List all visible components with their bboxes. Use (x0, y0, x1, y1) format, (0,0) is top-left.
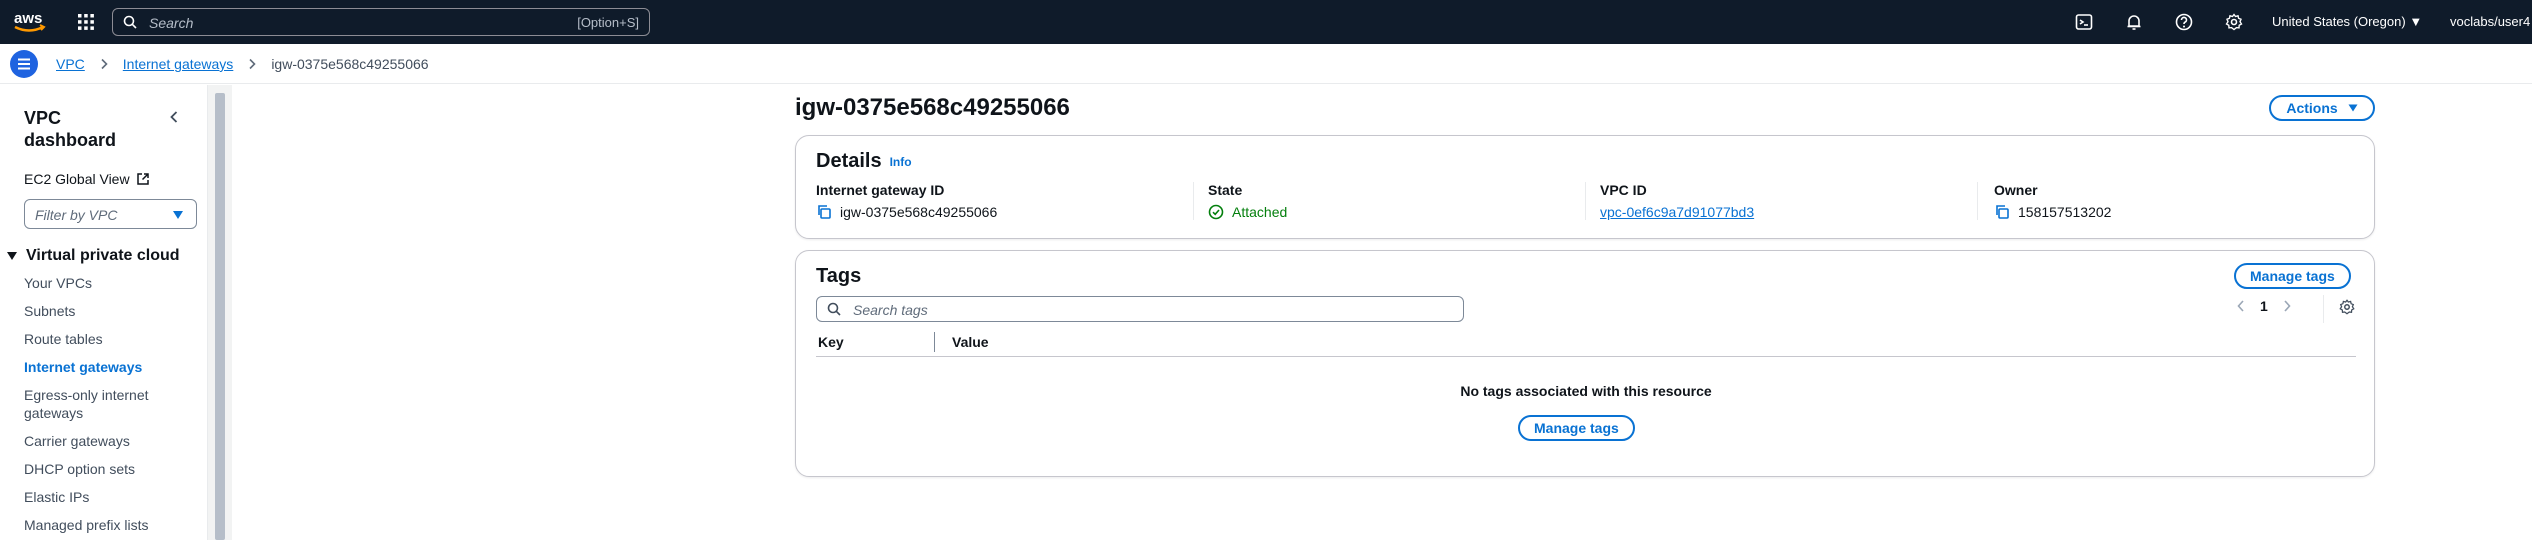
user-label: voclabs/user4 (2450, 14, 2531, 29)
side-navigation: VPC dashboard EC2 Global View Filter by … (0, 85, 208, 540)
toolbar-divider (2323, 295, 2324, 323)
field-state: State Attached (1208, 182, 1588, 220)
ec2-global-view-label: EC2 Global View (24, 171, 130, 187)
actions-button[interactable]: Actions (2269, 95, 2375, 121)
services-menu-icon[interactable] (76, 12, 96, 32)
field-label: Internet gateway ID (816, 182, 945, 198)
search-tags-placeholder: Search tags (853, 302, 928, 318)
help-icon[interactable] (2174, 12, 2194, 32)
search-shortcut: [Option+S] (577, 15, 639, 30)
search-icon (123, 15, 137, 29)
field-vpc-id: VPC ID vpc-0ef6c9a7d91077bd3 (1600, 182, 1980, 220)
breadcrumb-current: igw-0375e568c49255066 (271, 56, 429, 72)
side-navigation-toggle[interactable] (10, 50, 38, 78)
tags-heading: Tags (816, 265, 862, 287)
pagination: 1 (2236, 298, 2292, 314)
copy-icon[interactable] (1994, 204, 2010, 220)
breadcrumb: VPC Internet gateways igw-0375e568c49255… (56, 56, 429, 72)
chevron-right-icon (249, 58, 256, 70)
sidebar-scrollbar[interactable] (208, 85, 232, 540)
sidebar-item-egress-only-internet-gateways[interactable]: Egress-only internet gateways (24, 386, 194, 422)
top-navigation: aws Search [Option+S] United States (Ore… (0, 0, 2532, 44)
sidebar-item-elastic-ips[interactable]: Elastic IPs (24, 488, 194, 506)
caret-down-icon (2348, 104, 2358, 112)
collapse-sidebar-icon[interactable] (166, 109, 182, 125)
notifications-bell-icon[interactable] (2124, 12, 2144, 32)
field-value: Attached (1208, 204, 1588, 220)
sidebar-item-internet-gateways[interactable]: Internet gateways (24, 358, 194, 376)
table-header-divider (816, 356, 2356, 357)
column-divider (1585, 182, 1586, 220)
empty-state-message: No tags associated with this resource (1460, 383, 1712, 399)
empty-state-manage-tags-button[interactable]: Manage tags (1518, 415, 1635, 441)
settings-gear-icon[interactable] (2224, 12, 2244, 32)
global-search-input[interactable]: Search [Option+S] (112, 8, 650, 36)
breadcrumb-vpc[interactable]: VPC (56, 56, 85, 72)
sidebar-item-dhcp-option-sets[interactable]: DHCP option sets (24, 460, 194, 478)
account-menu[interactable]: voclabs/user4 (2450, 14, 2530, 29)
field-internet-gateway-id: Internet gateway ID igw-0375e568c4925506… (816, 182, 1196, 220)
table-settings-gear-icon[interactable] (2338, 298, 2356, 316)
actions-label: Actions (2286, 100, 2338, 116)
tags-panel: Tags Manage tags Search tags 1 Key Value… (795, 250, 2375, 477)
owner-value: 158157513202 (2018, 204, 2112, 220)
sidebar-section-virtual-private-cloud[interactable]: Virtual private cloud (6, 247, 180, 265)
caret-down-icon (7, 252, 17, 260)
ec2-global-view-link[interactable]: EC2 Global View (24, 171, 150, 187)
status-success-icon (1208, 204, 1224, 220)
sidebar-item-carrier-gateways[interactable]: Carrier gateways (24, 432, 194, 450)
field-label: VPC ID (1600, 182, 1647, 198)
details-heading-label: Details (816, 150, 882, 172)
filter-by-vpc-select[interactable]: Filter by VPC (24, 199, 197, 229)
column-divider (1977, 182, 1978, 220)
details-panel: Details Info Internet gateway ID igw-0375… (795, 135, 2375, 239)
column-resizer[interactable] (934, 332, 935, 352)
cloudshell-icon[interactable] (2074, 12, 2094, 32)
sidebar-list: Your VPCs Subnets Route tables Internet … (24, 274, 194, 540)
field-label: Owner (1994, 182, 2038, 198)
filter-by-vpc-placeholder: Filter by VPC (35, 207, 118, 223)
aws-logo[interactable]: aws (12, 8, 48, 36)
manage-tags-button[interactable]: Manage tags (2234, 263, 2351, 289)
sidebar-section-label: Virtual private cloud (26, 247, 180, 264)
state-value: Attached (1232, 204, 1288, 220)
column-divider (1193, 182, 1194, 220)
details-info-link[interactable]: Info (890, 155, 912, 169)
sidebar-item-your-vpcs[interactable]: Your VPCs (24, 274, 194, 292)
breadcrumb-internet-gateways[interactable]: Internet gateways (123, 56, 234, 72)
details-heading: Details Info (816, 150, 912, 173)
chevron-right-icon[interactable] (2282, 299, 2292, 313)
aws-logo-text: aws (14, 10, 42, 27)
column-header-value[interactable]: Value (952, 334, 989, 350)
sidebar-title[interactable]: VPC dashboard (24, 107, 154, 151)
region-selector[interactable]: United States (Oregon) ▼ (2272, 14, 2422, 29)
chevron-left-icon[interactable] (2236, 299, 2246, 313)
vpc-id-link[interactable]: vpc-0ef6c9a7d91077bd3 (1600, 204, 1980, 220)
region-label: United States (Oregon) (2272, 14, 2406, 29)
page-title: igw-0375e568c49255066 (795, 94, 1070, 121)
sidebar-item-subnets[interactable]: Subnets (24, 302, 194, 320)
hamburger-icon (18, 58, 30, 70)
column-header-key[interactable]: Key (818, 334, 844, 350)
breadcrumb-bar: VPC Internet gateways igw-0375e568c49255… (0, 44, 2532, 84)
field-value: 158157513202 (1994, 204, 2374, 220)
field-value: igw-0375e568c49255066 (816, 204, 1196, 220)
field-label: State (1208, 182, 1243, 198)
sidebar-scroll-thumb[interactable] (215, 93, 225, 540)
sidebar-item-managed-prefix-lists[interactable]: Managed prefix lists (24, 516, 194, 534)
search-tags-input[interactable]: Search tags (816, 296, 1464, 322)
current-page[interactable]: 1 (2260, 298, 2268, 314)
search-placeholder: Search (149, 15, 194, 31)
field-owner: Owner 158157513202 (1994, 182, 2374, 220)
copy-icon[interactable] (816, 204, 832, 220)
caret-down-icon (173, 211, 183, 219)
internet-gateway-id-value: igw-0375e568c49255066 (840, 204, 998, 220)
chevron-right-icon (101, 58, 108, 70)
search-icon (827, 302, 841, 316)
sidebar-item-route-tables[interactable]: Route tables (24, 330, 194, 348)
external-link-icon (136, 173, 149, 185)
caret-down-icon: ▼ (2409, 14, 2423, 29)
